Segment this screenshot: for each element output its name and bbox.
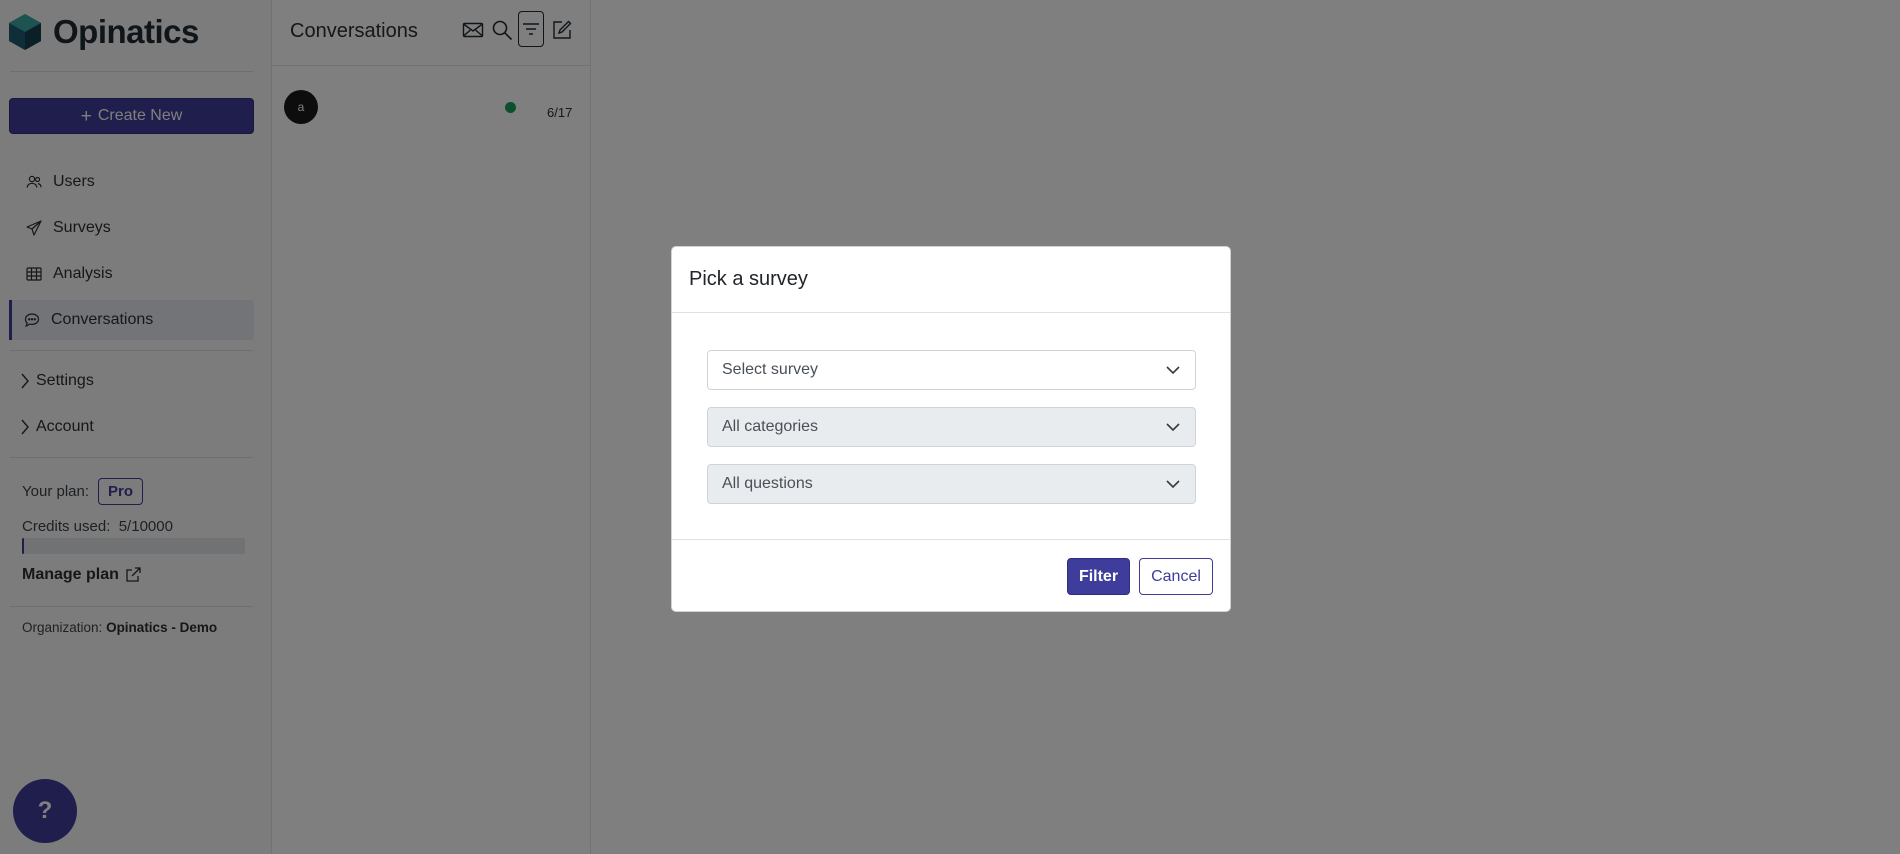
modal-footer: Filter Cancel	[672, 540, 1230, 611]
modal-header: Pick a survey	[672, 247, 1230, 313]
chevron-down-icon	[1166, 480, 1180, 489]
pick-survey-modal: Pick a survey Select survey All categori…	[671, 246, 1231, 612]
chevron-down-icon	[1166, 366, 1180, 375]
cancel-button[interactable]: Cancel	[1139, 558, 1213, 595]
survey-select-value: Select survey	[722, 361, 819, 378]
category-select[interactable]: All categories	[707, 407, 1196, 447]
modal-body: Select survey All categories All questio…	[672, 313, 1230, 540]
modal-title: Pick a survey	[689, 268, 808, 290]
question-select[interactable]: All questions	[707, 464, 1196, 504]
filter-button[interactable]: Filter	[1067, 558, 1130, 595]
survey-select[interactable]: Select survey	[707, 350, 1196, 390]
chevron-down-icon	[1166, 423, 1180, 432]
question-select-value: All questions	[722, 475, 813, 492]
category-select-value: All categories	[722, 418, 819, 435]
